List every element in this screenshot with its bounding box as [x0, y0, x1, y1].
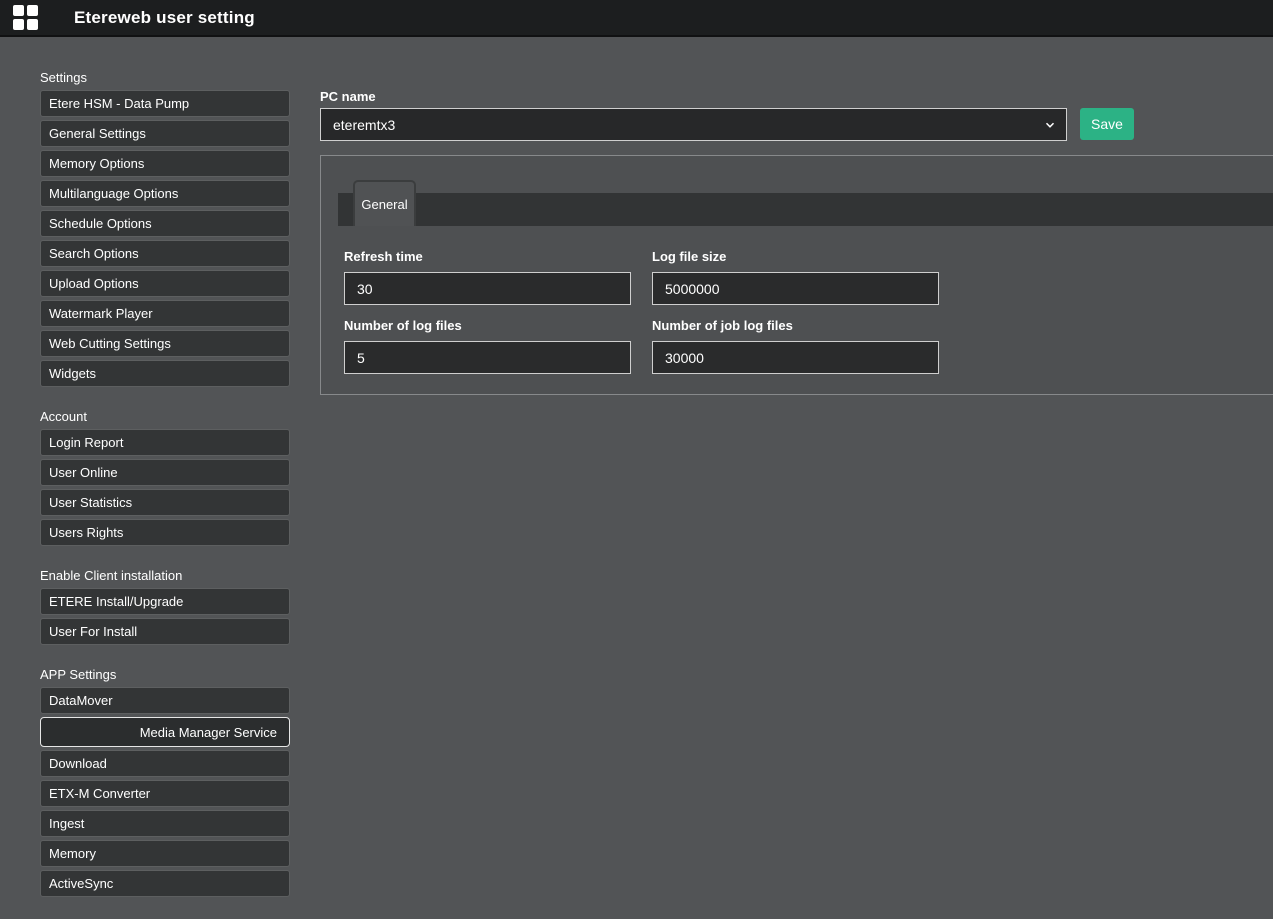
field-number-of-job-log-files: Number of job log files — [652, 318, 939, 374]
sidebar-section-label: Enable Client installation — [40, 568, 290, 583]
number-of-job-log-files-input[interactable] — [652, 341, 939, 374]
sidebar-item-web-cutting-settings[interactable]: Web Cutting Settings — [40, 330, 290, 357]
pc-name-selected-value: eteremtx3 — [333, 117, 395, 133]
sidebar-section-app-settings: APP Settings DataMover Media Manager Ser… — [40, 667, 290, 897]
save-button[interactable]: Save — [1080, 108, 1134, 140]
sidebar-item-upload-options[interactable]: Upload Options — [40, 270, 290, 297]
number-of-log-files-input[interactable] — [344, 341, 631, 374]
apps-grid-icon[interactable] — [13, 5, 38, 30]
pc-name-select[interactable]: eteremtx3 — [320, 108, 1067, 141]
refresh-time-input[interactable] — [344, 272, 631, 305]
sidebar-item-activesync[interactable]: ActiveSync — [40, 870, 290, 897]
sidebar-item-ingest[interactable]: Ingest — [40, 810, 290, 837]
field-number-of-log-files: Number of log files — [344, 318, 631, 374]
sidebar-section-label: APP Settings — [40, 667, 290, 682]
pc-name-label: PC name — [320, 89, 1273, 104]
main-content: PC name eteremtx3 Save General Refresh t… — [320, 89, 1273, 395]
sidebar-item-multilanguage-options[interactable]: Multilanguage Options — [40, 180, 290, 207]
number-of-job-log-files-label: Number of job log files — [652, 318, 939, 333]
sidebar-item-general-settings[interactable]: General Settings — [40, 120, 290, 147]
sidebar-section-label: Account — [40, 409, 290, 424]
page-title: Etereweb user setting — [74, 8, 255, 28]
refresh-time-label: Refresh time — [344, 249, 631, 264]
sidebar-item-user-statistics[interactable]: User Statistics — [40, 489, 290, 516]
sidebar-section-settings: Settings Etere HSM - Data Pump General S… — [40, 70, 290, 387]
sidebar-item-etere-install-upgrade[interactable]: ETERE Install/Upgrade — [40, 588, 290, 615]
sidebar-item-users-rights[interactable]: Users Rights — [40, 519, 290, 546]
sidebar-item-memory[interactable]: Memory — [40, 840, 290, 867]
field-log-file-size: Log file size — [652, 249, 939, 305]
settings-panel: General Refresh time Log file size Numbe… — [320, 155, 1273, 395]
sidebar-item-etx-m-converter[interactable]: ETX-M Converter — [40, 780, 290, 807]
sidebar-item-schedule-options[interactable]: Schedule Options — [40, 210, 290, 237]
number-of-log-files-label: Number of log files — [344, 318, 631, 333]
sidebar-item-media-manager-service[interactable]: Media Manager Service — [40, 717, 290, 747]
sidebar-item-search-options[interactable]: Search Options — [40, 240, 290, 267]
tab-strip: General — [338, 193, 1273, 226]
sidebar-item-user-online[interactable]: User Online — [40, 459, 290, 486]
sidebar-item-login-report[interactable]: Login Report — [40, 429, 290, 456]
app-header: Etereweb user setting — [0, 0, 1273, 37]
sidebar: Settings Etere HSM - Data Pump General S… — [40, 70, 290, 900]
sidebar-item-datamover[interactable]: DataMover — [40, 687, 290, 714]
sidebar-item-memory-options[interactable]: Memory Options — [40, 150, 290, 177]
sidebar-item-watermark-player[interactable]: Watermark Player — [40, 300, 290, 327]
settings-form: Refresh time Log file size Number of log… — [344, 249, 1273, 374]
sidebar-section-account: Account Login Report User Online User St… — [40, 409, 290, 546]
sidebar-section-label: Settings — [40, 70, 290, 85]
field-refresh-time: Refresh time — [344, 249, 631, 305]
tab-general[interactable]: General — [353, 180, 416, 226]
sidebar-section-enable-client-installation: Enable Client installation ETERE Install… — [40, 568, 290, 645]
log-file-size-input[interactable] — [652, 272, 939, 305]
sidebar-item-download[interactable]: Download — [40, 750, 290, 777]
sidebar-item-widgets[interactable]: Widgets — [40, 360, 290, 387]
sidebar-item-user-for-install[interactable]: User For Install — [40, 618, 290, 645]
pc-name-row: eteremtx3 Save — [320, 108, 1273, 141]
chevron-down-icon — [1043, 118, 1057, 132]
log-file-size-label: Log file size — [652, 249, 939, 264]
sidebar-item-etere-hsm-data-pump[interactable]: Etere HSM - Data Pump — [40, 90, 290, 117]
